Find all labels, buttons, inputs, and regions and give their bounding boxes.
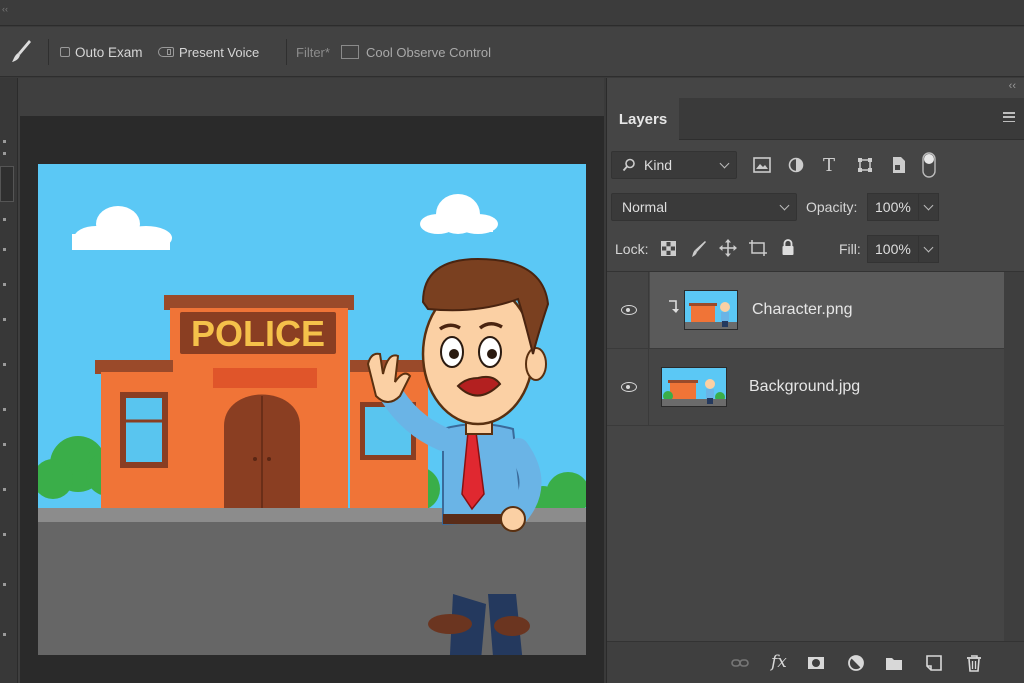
lock-all-icon[interactable] [781,239,795,256]
canvas-artwork[interactable]: POLICE [38,164,586,655]
blend-mode-value: Normal [622,199,668,215]
layer-thumbnail-background [661,367,727,407]
options-bar: Outo Exam Present Voice Filter* Cool Obs… [0,27,1024,77]
chevron-down-icon [923,200,934,211]
present-voice-option[interactable]: Present Voice [158,27,259,77]
police-station-illustration: POLICE [38,164,586,655]
blend-mode-dropdown[interactable]: Normal [611,193,797,221]
tools-bar [0,78,18,683]
layers-scrollbar[interactable] [1004,272,1024,642]
auto-exam-label: Outo Exam [75,44,143,60]
lock-position-icon[interactable] [719,239,737,257]
layer-name-character[interactable]: Character.png [752,301,853,319]
visibility-eye-icon[interactable] [621,382,637,392]
link-layers-icon[interactable] [731,654,749,672]
voice-toggle-icon [158,47,174,57]
chevron-down-icon [923,242,934,253]
shape-layer-filter-icon[interactable] [857,157,873,173]
layer-row-background[interactable]: Background.jpg [607,349,1005,426]
fx-effects-icon[interactable]: fx [771,652,787,672]
tool-marker[interactable] [3,583,6,586]
tool-marker[interactable] [3,248,6,251]
tool-marker[interactable] [3,488,6,491]
chevron-down-icon [719,158,730,169]
collapse-panel-icon[interactable]: ‹‹ [1009,80,1016,92]
filter-label: Filter* [296,44,330,60]
layer-name-background[interactable]: Background.jpg [749,378,860,396]
clipping-mask-arrow-icon [669,300,679,313]
opacity-field[interactable]: 100% [867,193,939,221]
tool-marker[interactable] [3,218,6,221]
lock-transparent-pixels-icon[interactable] [661,241,676,256]
tool-marker[interactable] [3,140,6,143]
tool-marker[interactable] [3,152,6,155]
adjustment-layer-filter-icon[interactable] [788,157,804,173]
lock-row: Lock: Fill: 100% [607,232,1024,266]
tool-marker[interactable] [3,443,6,446]
lock-label: Lock: [615,241,649,257]
blend-row: Normal Opacity: 100% [607,190,1024,224]
title-strip: ‹‹ [0,0,1024,26]
layer-mask-icon[interactable] [807,654,825,672]
chevron-down-icon [779,200,790,211]
lock-image-pixels-icon[interactable] [691,240,707,258]
document-workspace: POLICE [18,78,604,683]
tool-marker[interactable] [3,533,6,536]
cool-observe-label: Cool Observe Control [366,44,491,60]
panel-menu-icon[interactable] [1003,112,1015,124]
panel-tab-row: Layers [607,98,1024,140]
tool-marker[interactable] [3,363,6,366]
opacity-label: Opacity: [806,199,858,215]
tab-layers-label: Layers [618,110,668,128]
new-layer-icon[interactable] [925,654,943,672]
opacity-value: 100% [875,199,911,215]
tool-marker[interactable] [3,408,6,411]
layer-thumbnail-character [684,290,738,330]
search-icon [622,158,635,172]
layer-filter-row: Kind T [607,148,1024,182]
present-voice-label: Present Voice [179,44,260,60]
kind-filter-label: Kind [644,157,673,173]
adjustment-layer-icon[interactable] [847,654,865,672]
pixel-layer-filter-icon[interactable] [753,157,771,173]
fill-label: Fill: [839,241,861,257]
delete-layer-trash-icon[interactable] [965,654,983,672]
tool-marker[interactable] [3,318,6,321]
lock-artboard-icon[interactable] [749,240,767,256]
police-sign-text: POLICE [191,313,325,354]
layer-row-character[interactable]: Character.png [607,272,1005,349]
layers-action-bar: fx [607,641,1024,683]
tool-marker[interactable] [3,283,6,286]
new-group-folder-icon[interactable] [885,654,903,672]
kind-filter-dropdown[interactable]: Kind [611,151,737,179]
fill-dropdown-button[interactable] [918,236,938,262]
type-layer-filter-icon[interactable]: T [823,155,835,176]
fill-field[interactable]: 100% [867,235,939,263]
brush-tool-icon[interactable] [10,37,34,65]
opacity-dropdown-button[interactable] [918,194,938,220]
tool-selection-indicator[interactable] [0,166,14,202]
layers-panel: ‹‹ Layers Kind T Normal Opacity: 100% Lo… [606,78,1024,683]
visibility-eye-icon[interactable] [621,305,637,315]
auto-exam-checkbox[interactable] [60,47,70,57]
filter-option[interactable]: Filter* [296,27,330,77]
smart-object-filter-icon[interactable] [891,156,907,174]
cool-observe-checkbox[interactable] [341,45,359,59]
fill-value: 100% [875,241,911,257]
cool-observe-option[interactable]: Cool Observe Control [341,27,491,77]
auto-exam-option[interactable]: Outo Exam [60,27,143,77]
window-control-icon[interactable]: ‹‹ [2,4,8,14]
filter-toggle-icon[interactable] [922,152,936,178]
tab-layers[interactable]: Layers [607,98,679,140]
tool-marker[interactable] [3,633,6,636]
